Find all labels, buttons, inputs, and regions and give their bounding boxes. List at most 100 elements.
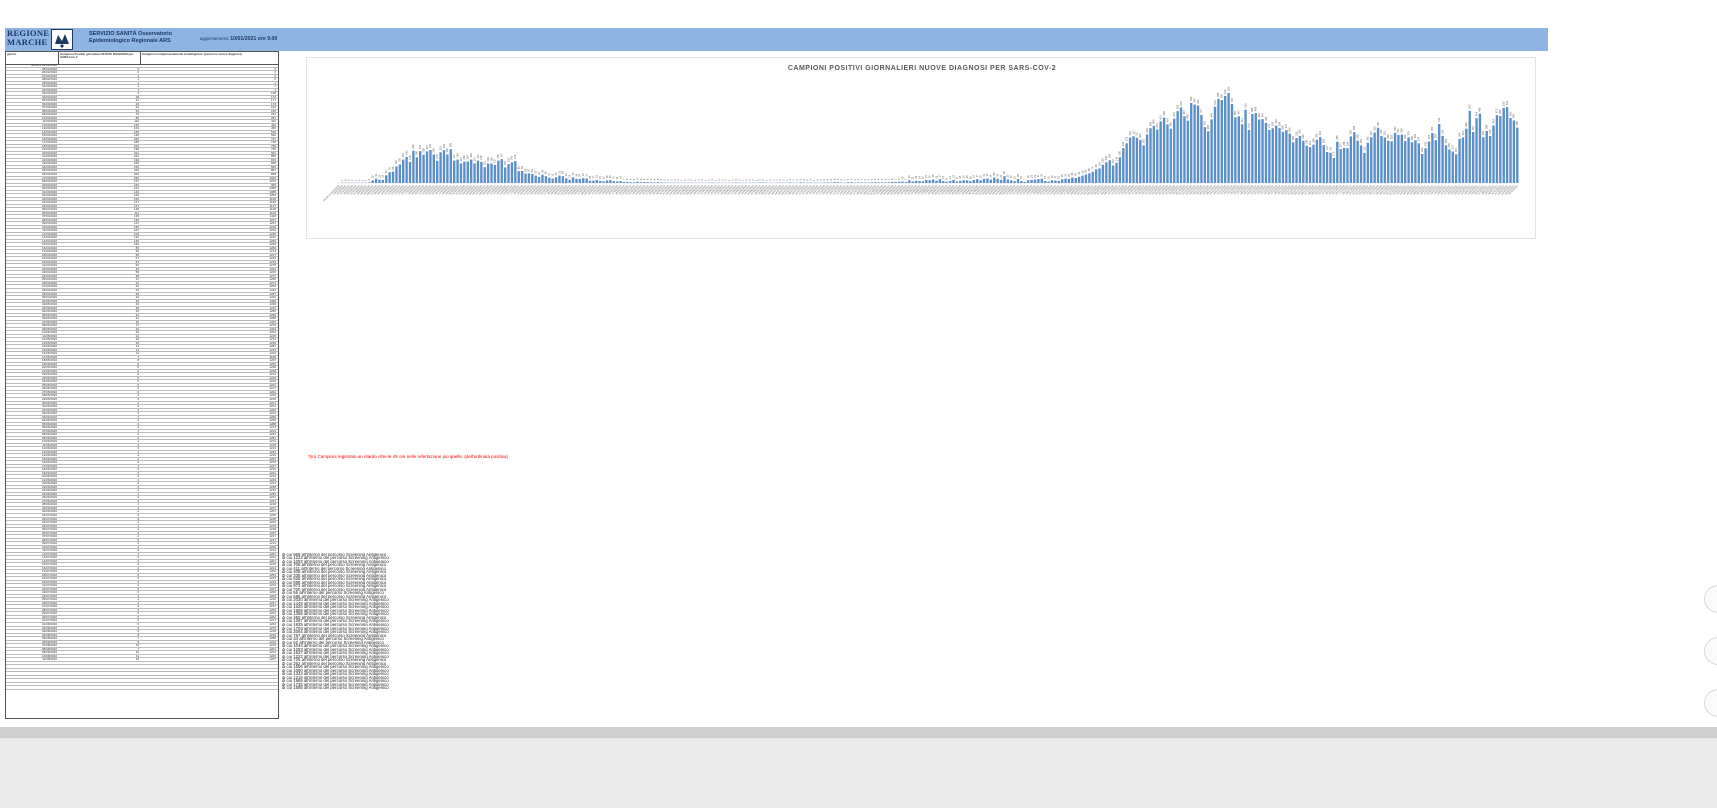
data-label: 21	[972, 175, 976, 178]
chart-bar	[904, 182, 908, 183]
data-label: 5	[632, 178, 636, 180]
data-label: 60	[1084, 169, 1088, 172]
chart-bar	[476, 160, 480, 183]
data-label: 388	[1515, 121, 1519, 126]
data-label: 630	[1226, 86, 1230, 91]
chart-bar	[901, 181, 904, 183]
side-button-3[interactable]	[1704, 689, 1717, 717]
chart-bar	[432, 154, 435, 183]
chart-bar	[1383, 137, 1387, 183]
chart-bar	[1132, 136, 1135, 183]
chart-bar	[942, 181, 945, 183]
chart-bar	[833, 182, 836, 183]
data-label: 1	[364, 179, 368, 181]
chart-bar	[1291, 142, 1295, 183]
chart-bar	[459, 163, 463, 183]
chart-bar	[979, 180, 982, 183]
data-label: 246	[1342, 141, 1346, 146]
data-label: 24	[989, 174, 993, 177]
chart-bar	[938, 179, 942, 183]
chart-bar	[1054, 180, 1057, 183]
chart-bar	[415, 157, 419, 183]
chart-bar	[1349, 136, 1353, 183]
data-label: 3	[761, 179, 765, 181]
data-label: 18	[605, 175, 609, 178]
data-label: 237	[1338, 142, 1342, 147]
data-label: 15	[1019, 175, 1023, 178]
data-label: 217	[1325, 145, 1329, 150]
chart-bar	[449, 149, 452, 183]
data-label: 278	[1125, 136, 1129, 141]
data-label: 10	[1046, 176, 1050, 179]
data-label: 352	[1393, 126, 1397, 131]
chart-bar	[1359, 145, 1363, 183]
chart-bar	[969, 181, 972, 183]
chart-bar	[952, 179, 955, 183]
data-label: 529	[1179, 101, 1183, 106]
data-label: 141	[1114, 156, 1118, 161]
chart-bar	[602, 181, 605, 183]
chart-bar	[1023, 182, 1026, 183]
chart-bar	[1274, 125, 1278, 183]
org-title-line1: SERVIZIO SANITÀ Osservatorio	[89, 31, 173, 37]
data-label: 317	[1135, 131, 1139, 136]
regione-emblem-icon	[51, 29, 73, 50]
data-label: 84	[520, 166, 524, 169]
data-label: 549	[1192, 98, 1196, 103]
data-label: 320	[1369, 130, 1373, 135]
chart-bar	[480, 161, 483, 183]
chart-bar	[402, 159, 405, 183]
data-label: 2	[717, 179, 721, 181]
chart-bar	[1482, 137, 1485, 183]
scrollbar-strip[interactable]	[0, 727, 1717, 738]
chart-bar	[1499, 116, 1502, 183]
chart-bar	[1169, 128, 1173, 183]
data-label: 5	[798, 178, 802, 180]
data-label: 1	[741, 179, 745, 181]
data-label: 384	[1148, 121, 1152, 126]
chart-bar	[629, 182, 632, 183]
chart-bar	[582, 178, 585, 183]
data-label: 5	[836, 178, 840, 180]
data-label: 6	[646, 178, 650, 180]
data-label: 303	[1315, 133, 1319, 138]
chart-bar	[1346, 148, 1349, 183]
chart-bar	[928, 180, 931, 183]
chart-bar	[388, 172, 391, 183]
data-label: 175	[1332, 151, 1336, 156]
chart-bar	[626, 181, 629, 183]
data-label: 460	[1233, 110, 1237, 115]
chart-bar	[826, 182, 829, 183]
chart-bar	[1013, 181, 1016, 183]
positive-samples-chart: da 06 a 24/02/2020 1 25/02/2020 0 26/02/2020…	[306, 57, 1536, 239]
data-label: 330	[1298, 129, 1302, 134]
data-label: 145	[510, 155, 514, 160]
data-label: 1	[357, 179, 361, 181]
side-button-2[interactable]	[1704, 637, 1717, 665]
chart-bar	[422, 154, 425, 183]
chart-bar	[1485, 131, 1488, 183]
data-label: 362	[1206, 124, 1210, 129]
data-label: 32	[985, 173, 989, 176]
data-label: 5	[887, 178, 891, 180]
data-label: 127	[493, 158, 497, 163]
data-label: 337	[1396, 128, 1400, 133]
data-label: 300	[1434, 133, 1438, 138]
chart-bar	[551, 178, 554, 183]
chart-bar	[894, 182, 897, 183]
chart-bar	[371, 180, 374, 183]
chart-bar	[639, 182, 643, 183]
chart-bar	[1115, 162, 1118, 183]
chart-bar	[412, 150, 415, 183]
chart-bar	[1210, 119, 1213, 183]
chart-bar	[945, 181, 948, 183]
chart-bar	[1339, 149, 1342, 183]
data-label: 2	[771, 179, 775, 181]
data-label: 2	[697, 179, 701, 181]
side-button-1[interactable]	[1704, 585, 1717, 613]
chart-bar	[1088, 173, 1091, 183]
data-label: 372	[1247, 123, 1251, 128]
data-label: 444	[1257, 113, 1261, 118]
chart-bar	[548, 177, 551, 183]
table-row: di cui 1585 all'interno del percorso Scr…	[6, 686, 389, 690]
